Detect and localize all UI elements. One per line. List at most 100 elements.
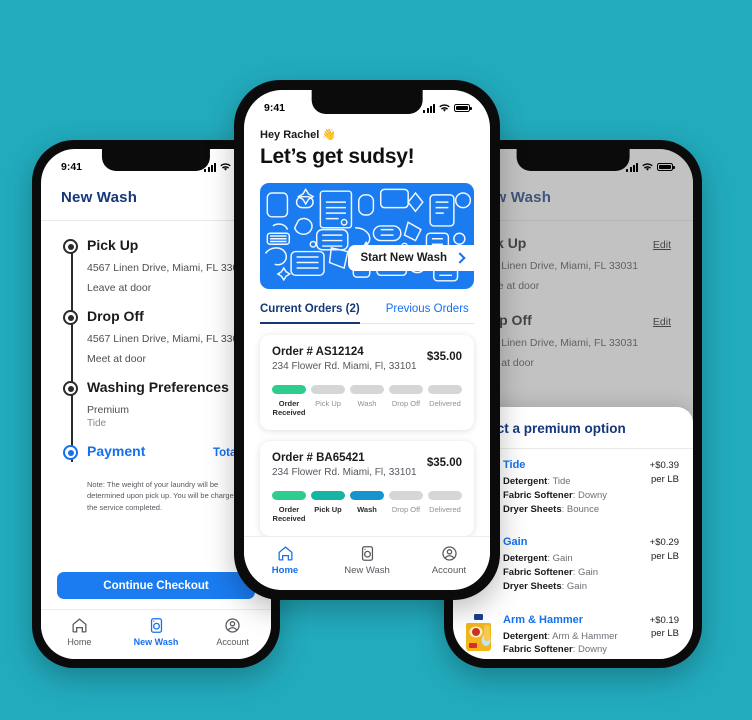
option-price: +$0.29 per LB	[650, 536, 679, 564]
battery-icon	[454, 104, 472, 112]
option-sheets: Dryer Sheets: Bounce	[503, 503, 600, 515]
wifi-icon	[439, 103, 450, 112]
option-name: Arm & Hammer	[503, 613, 584, 626]
order-progress: Order Received Pick Up Wash Drop Off Del…	[272, 385, 462, 418]
progress-label: Order Received	[272, 399, 306, 418]
detergent-bottle-icon	[466, 613, 491, 651]
edit-dropoff-link[interactable]: Edit	[653, 316, 671, 328]
page-title: New Wash	[61, 189, 138, 206]
detergent-label: Detergent	[503, 476, 548, 487]
tab-home[interactable]: Home	[244, 545, 326, 576]
tab-label: New Wash	[133, 637, 179, 647]
step-title: Drop Off	[87, 308, 144, 324]
step-address: 4567 Linen Drive, Miami, FL 33031	[87, 262, 251, 274]
order-card[interactable]: Order # AS12124 234 Flower Rd. Miami, Fl…	[260, 335, 474, 430]
tab-previous-orders[interactable]: Previous Orders	[386, 303, 469, 323]
tab-account[interactable]: Account	[408, 545, 490, 576]
tab-new-wash[interactable]: New Wash	[326, 545, 408, 576]
option-details: Gain Detergent: Gain Fabric Softener: Ga…	[503, 536, 640, 593]
washer-icon	[361, 546, 373, 561]
progress-bar	[272, 385, 306, 394]
step-dot-icon	[63, 310, 78, 325]
status-time: 9:41	[61, 161, 83, 173]
battery-icon	[657, 163, 675, 171]
order-card[interactable]: Order # BA65421 234 Flower Rd. Miami, Fl…	[260, 440, 474, 536]
bottom-tab-bar: Home New Wash Account	[244, 536, 490, 590]
notch	[101, 149, 211, 171]
greeting-text: Hey Rachel 👋	[260, 129, 337, 141]
edit-pickup-link[interactable]: Edit	[653, 239, 671, 251]
progress-label: Wash	[357, 504, 377, 514]
tab-account[interactable]: Account	[194, 617, 271, 647]
progress-step: Drop Off	[389, 385, 423, 418]
sheets-value: Gain	[566, 580, 587, 592]
start-new-wash-button[interactable]: Start New Wash	[347, 245, 474, 271]
tab-current-orders[interactable]: Current Orders (2)	[260, 303, 360, 324]
notch	[516, 149, 630, 171]
preference-plan: Premium	[87, 404, 130, 416]
price-unit: per LB	[651, 551, 679, 563]
step-dot-icon	[63, 239, 78, 254]
wifi-icon	[642, 162, 653, 171]
option-detergent: Detergent: Arm & Hammer	[503, 630, 618, 642]
payment-head: Payment Total: $	[87, 443, 253, 459]
progress-step: Delivered	[428, 490, 462, 524]
step-title: Washing Preferences	[87, 379, 229, 395]
progress-label: Delivered	[429, 504, 461, 514]
step-title: Payment	[87, 443, 146, 459]
option-details: Arm & Hammer Detergent: Arm & Hammer Fab…	[503, 614, 640, 659]
status-icons	[423, 103, 472, 113]
progress-bar	[272, 490, 306, 500]
step-head: Drop Off Edit	[475, 312, 671, 328]
progress-label: Order Received	[272, 504, 306, 524]
account-icon	[441, 546, 457, 561]
order-price: $35.00	[426, 351, 462, 363]
detergent-label: Detergent	[503, 630, 548, 642]
progress-step: Order Received	[272, 490, 306, 524]
price-amount: +$0.39	[649, 460, 679, 471]
order-address: 234 Flower Rd. Miami, Fl, 33101	[272, 466, 417, 478]
step-dot-icon	[63, 381, 78, 396]
progress-label: Drop Off	[391, 399, 421, 408]
promo-banner[interactable]: Start New Wash	[260, 183, 474, 289]
option-name: Gain	[503, 536, 528, 549]
account-icon	[225, 618, 240, 633]
preference-brand: Tide	[87, 418, 107, 429]
step-instruction: Meet at door	[475, 357, 534, 369]
tab-label: Home	[271, 565, 299, 576]
tab-home[interactable]: Home	[41, 617, 118, 647]
progress-step: Wash	[350, 490, 384, 524]
status-icons	[626, 162, 675, 172]
preference-row: Premium Tide $	[87, 404, 253, 429]
sheets-label: Dryer Sheets	[503, 580, 562, 592]
order-address: 234 Flower Rd. Miami, Fl, 33101	[272, 361, 417, 372]
progress-step: Drop Off	[389, 490, 423, 524]
phone-center: 9:41 Hey Rachel 👋 Let’s get sudsy! Start…	[234, 80, 500, 600]
order-progress: Order Received Pick Up Wash Drop Off Del…	[272, 490, 462, 524]
wifi-icon	[220, 162, 231, 171]
order-price: $35.00	[426, 456, 462, 469]
step-address: 4567 Linen Drive, Miami, FL 33031	[475, 337, 639, 349]
sheets-label: Dryer Sheets	[503, 503, 562, 515]
tab-label: Account	[431, 565, 467, 576]
laundry-doodle-pattern	[264, 187, 472, 282]
bottom-tab-bar: Home New Wash Account	[41, 609, 271, 659]
tab-new-wash[interactable]: New Wash	[118, 617, 195, 647]
option-arm-and-hammer[interactable]: Arm & Hammer Detergent: Arm & Hammer Fab…	[453, 604, 693, 659]
progress-step: Delivered	[428, 385, 462, 418]
option-detergent: Detergent: Tide	[503, 476, 571, 487]
price-unit: per LB	[651, 473, 679, 485]
cellular-icon	[423, 103, 435, 113]
tab-label: New Wash	[344, 565, 390, 576]
progress-bar	[389, 490, 423, 500]
sheets-label: Dryer Sheets	[503, 658, 562, 659]
start-new-wash-label: Start New Wash	[360, 252, 447, 264]
step-address: 4567 Linen Drive, Miami, FL 33031	[475, 260, 639, 272]
progress-bar	[428, 490, 462, 500]
step-title: Pick Up	[87, 237, 139, 253]
order-head: Order # BA65421 234 Flower Rd. Miami, Fl…	[272, 452, 462, 478]
detergent-value: Arm & Hammer	[552, 630, 618, 642]
continue-checkout-button[interactable]: Continue Checkout	[57, 572, 255, 599]
softener-value: Downy	[577, 489, 608, 501]
progress-label: Pick Up	[314, 504, 342, 514]
